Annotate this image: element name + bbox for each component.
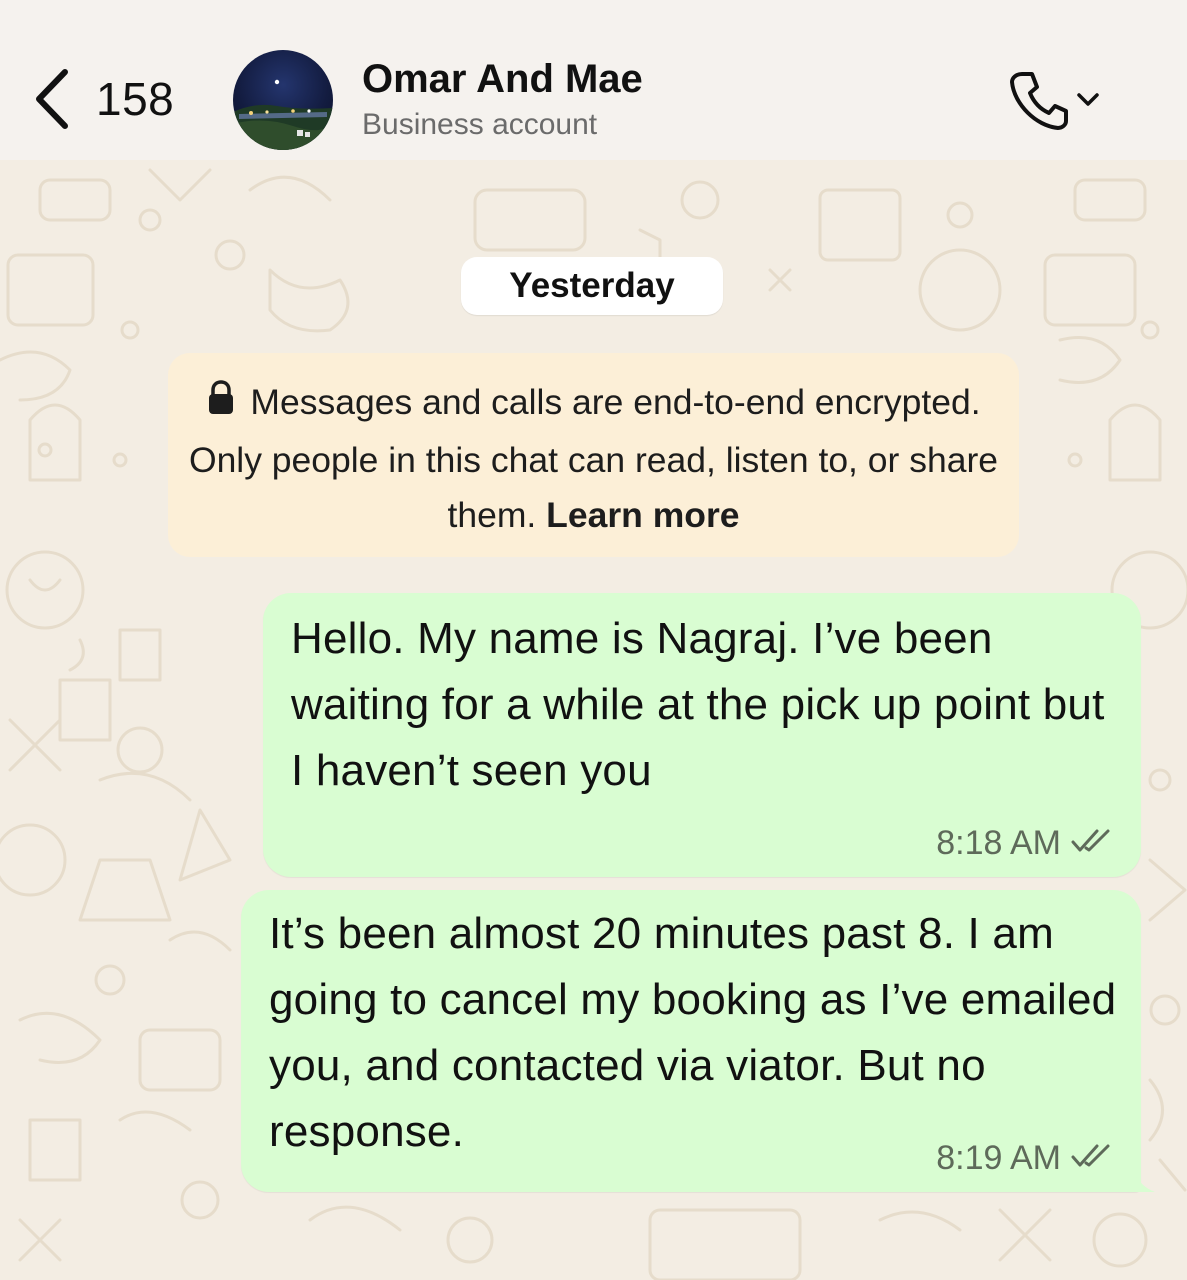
unread-count: 158 <box>96 73 175 125</box>
back-button[interactable]: 158 <box>30 64 174 134</box>
learn-more-link[interactable]: Learn more <box>546 495 739 535</box>
voice-call-button[interactable] <box>1010 70 1110 135</box>
chat-header: 158 Omar And Mae Business account <box>0 0 1187 160</box>
encryption-notice[interactable]: Messages and calls are end-to-end encryp… <box>168 353 1019 557</box>
avatar[interactable] <box>233 50 333 150</box>
message-bubble-outgoing[interactable]: It’s been almost 20 minutes past 8. I am… <box>241 890 1155 1192</box>
message-text: Hello. My name is Nagraj. I’ve been wait… <box>291 614 1105 795</box>
message-bubble-outgoing[interactable]: Hello. My name is Nagraj. I’ve been wait… <box>263 593 1141 877</box>
date-separator: Yesterday <box>461 257 723 315</box>
message-meta: 8:19 AM <box>936 1139 1115 1178</box>
chevron-left-icon <box>30 64 74 134</box>
contact-subtitle: Business account <box>362 108 598 141</box>
contact-name[interactable]: Omar And Mae <box>362 57 643 102</box>
read-ticks-icon <box>1061 824 1115 863</box>
chevron-down-icon[interactable] <box>1076 92 1100 113</box>
message-time: 8:18 AM <box>936 824 1061 862</box>
message-meta: 8:18 AM <box>936 824 1115 863</box>
message-time: 8:19 AM <box>936 1139 1061 1177</box>
read-ticks-icon <box>1061 1139 1115 1178</box>
bubble-tail <box>1131 1168 1155 1192</box>
message-text: It’s been almost 20 minutes past 8. I am… <box>269 909 1117 1156</box>
phone-icon <box>1010 70 1068 135</box>
lock-icon <box>206 377 236 433</box>
